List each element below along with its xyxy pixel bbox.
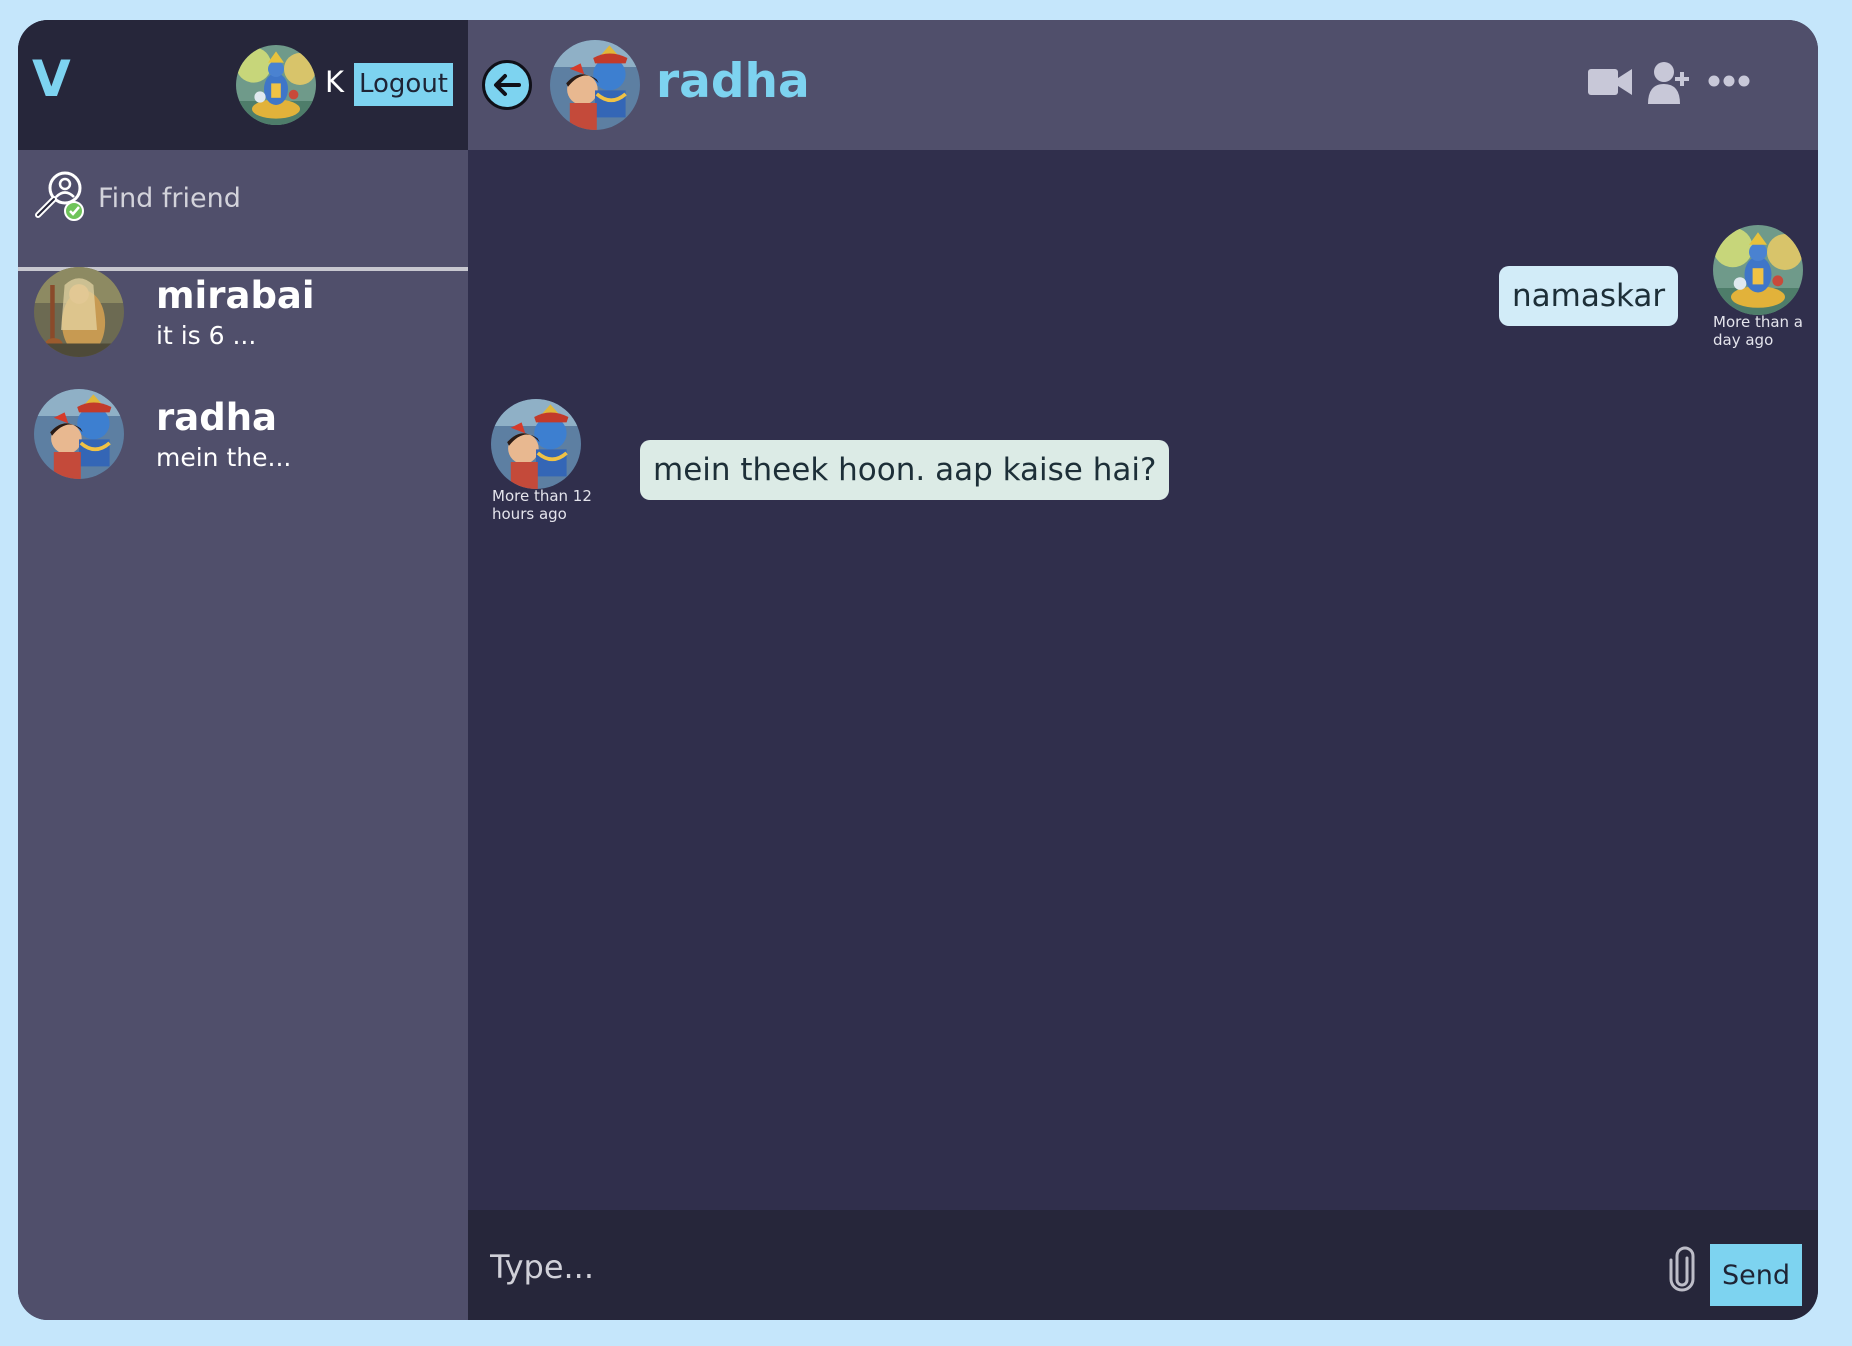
back-button[interactable] <box>482 60 532 110</box>
user-search-icon <box>35 171 84 221</box>
app-logo: V <box>32 50 71 108</box>
video-camera-icon <box>1588 69 1632 95</box>
chat-last-message: it is 6 ... <box>156 321 257 350</box>
more-options-icon <box>1708 75 1750 87</box>
video-call-button[interactable] <box>1588 65 1632 99</box>
current-user-name: K <box>325 65 345 99</box>
current-user-avatar <box>236 45 316 125</box>
chat-list-item-radha[interactable]: radha mein the... <box>18 387 468 507</box>
avatar <box>34 389 124 479</box>
message-timestamp: More than a day ago <box>1713 313 1803 349</box>
chat-contact-name: mirabai <box>156 274 315 317</box>
send-button[interactable]: Send <box>1710 1244 1802 1306</box>
chat-last-message: mein the... <box>156 443 292 472</box>
add-friend-button[interactable] <box>1648 60 1690 104</box>
contact-avatar <box>550 40 640 130</box>
message-area: namaskar More than a day ago More than 1… <box>468 150 1818 1210</box>
message-input[interactable] <box>490 1244 1590 1290</box>
sender-avatar <box>491 399 581 489</box>
message-timestamp: More than 12 hours ago <box>492 487 592 523</box>
contact-name: radha <box>656 54 810 109</box>
message-bubble: namaskar <box>1499 266 1679 326</box>
chat-app-window: V K Logout mirabai it is 6 ... <box>18 20 1818 1320</box>
sidebar-header: V K Logout <box>18 20 468 150</box>
attach-file-button[interactable] <box>1668 1246 1696 1292</box>
chat-list-item-mirabai[interactable]: mirabai it is 6 ... <box>18 265 468 385</box>
message-composer: Send <box>468 1210 1818 1320</box>
sender-avatar <box>1713 225 1803 315</box>
avatar <box>34 267 124 357</box>
more-options-button[interactable] <box>1708 74 1750 88</box>
find-friend-input[interactable] <box>98 175 438 221</box>
chat-contact-name: radha <box>156 396 278 439</box>
sidebar: V K Logout mirabai it is 6 ... <box>18 20 468 1320</box>
logout-button[interactable]: Logout <box>354 63 453 106</box>
chat-header: radha <box>468 20 1818 150</box>
add-user-icon <box>1648 62 1689 104</box>
paperclip-icon <box>1669 1246 1695 1292</box>
message-bubble: mein theek hoon. aap kaise hai? <box>640 440 1170 500</box>
back-arrow-icon <box>494 74 521 96</box>
